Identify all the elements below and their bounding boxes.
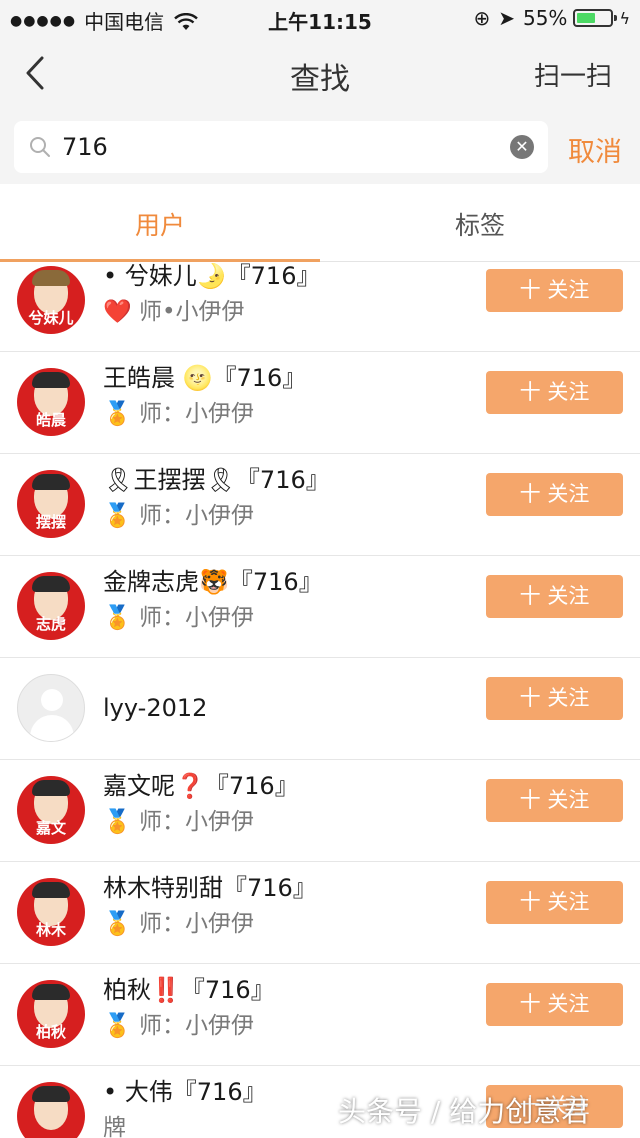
user-name: 王皓晨 🌝『716』 xyxy=(103,364,307,392)
avatar-hair xyxy=(32,576,70,592)
avatar-tag: 摆摆 xyxy=(35,513,66,531)
avatar-tag: 林木 xyxy=(35,921,66,939)
avatar[interactable]: 皓晨 xyxy=(17,368,85,436)
list-item[interactable]: 柏秋 柏秋‼️『716』 🏅 师：小伊伊 十 关注 xyxy=(0,964,640,1066)
user-mentor: 🏅 师：小伊伊 xyxy=(103,605,254,631)
rotation-lock-icon: ⊕ xyxy=(473,6,491,30)
follow-button[interactable]: 十 关注 xyxy=(486,677,623,720)
avatar[interactable]: 摆摆 xyxy=(17,470,85,538)
follow-button[interactable]: 十 关注 xyxy=(486,881,623,924)
tab-bar: 用户 标签 xyxy=(0,184,640,262)
battery-fill xyxy=(577,13,596,23)
user-mentor: 🏅 师：小伊伊 xyxy=(103,401,254,427)
avatar-tag: 柏秋 xyxy=(35,1023,66,1041)
list-item[interactable]: 摆摆 🎗王摆摆🎗『716』 🏅 师：小伊伊 十 关注 xyxy=(0,454,640,556)
user-name: 林木特别甜『716』 xyxy=(103,874,317,902)
default-avatar-head xyxy=(41,689,63,711)
active-tab-indicator xyxy=(0,259,320,262)
search-area: ✕ 取消 xyxy=(0,106,640,184)
avatar-hair xyxy=(32,270,70,286)
list-item[interactable]: 皓晨 王皓晨 🌝『716』 🏅 师：小伊伊 十 关注 xyxy=(0,352,640,454)
avatar-tag: 嘉文 xyxy=(35,819,66,837)
list-item[interactable]: 志虎 金牌志虎🐯『716』 🏅 师：小伊伊 十 关注 xyxy=(0,556,640,658)
list-item[interactable]: 兮妹儿 • 兮妹儿🌛『716』 ❤️ 师•小伊伊 十 关注 xyxy=(0,263,640,352)
avatar[interactable]: 林木 xyxy=(17,878,85,946)
cancel-button[interactable]: 取消 xyxy=(568,130,622,169)
user-name: 柏秋‼️『716』 xyxy=(103,976,275,1004)
avatar-hair xyxy=(32,882,70,898)
list-item[interactable]: lyy-2012 十 关注 xyxy=(0,658,640,760)
avatar-hair xyxy=(32,474,70,490)
status-bar: ●●●●● 中国电信 上午11:15 ⊕ ➤ 55% ϟ xyxy=(0,0,640,40)
user-list: 兮妹儿 • 兮妹儿🌛『716』 ❤️ 师•小伊伊 十 关注 皓晨 王皓晨 🌝『7… xyxy=(0,263,640,1138)
default-avatar-body xyxy=(30,715,74,741)
avatar-tag: 志虎 xyxy=(35,615,66,633)
avatar-hair xyxy=(32,984,70,1000)
user-mentor: 🏅 师：小伊伊 xyxy=(103,911,254,937)
follow-button[interactable]: 十 关注 xyxy=(486,779,623,822)
avatar[interactable] xyxy=(17,1082,85,1138)
navigation-bar: 查找 扫一扫 xyxy=(0,40,640,106)
user-name: 金牌志虎🐯『716』 xyxy=(103,568,323,596)
list-item[interactable]: 嘉文 嘉文呢❓『716』 🏅 师：小伊伊 十 关注 xyxy=(0,760,640,862)
tab-tags[interactable]: 标签 xyxy=(320,206,640,242)
user-mentor: 牌 xyxy=(103,1115,126,1138)
watermark: 头条号 / 给力创意君 xyxy=(338,1095,590,1128)
battery-percent: 55% xyxy=(522,6,568,30)
default-avatar[interactable] xyxy=(17,674,85,742)
avatar-hair xyxy=(32,780,70,796)
search-box[interactable]: ✕ xyxy=(14,121,548,173)
user-name: 嘉文呢❓『716』 xyxy=(103,772,299,800)
battery-icon xyxy=(573,9,618,27)
avatar-tag: 兮妹儿 xyxy=(28,309,74,327)
search-input[interactable] xyxy=(62,131,492,163)
location-arrow-icon: ➤ xyxy=(498,6,515,30)
follow-button[interactable]: 十 关注 xyxy=(486,269,623,312)
scan-button[interactable]: 扫一扫 xyxy=(534,56,612,93)
user-name: 🎗王摆摆🎗『716』 xyxy=(103,466,330,494)
battery-tip xyxy=(614,15,618,21)
user-mentor: ❤️ 师•小伊伊 xyxy=(103,299,245,325)
charging-bolt-icon: ϟ xyxy=(619,8,630,28)
status-right: ⊕ ➤ 55% ϟ xyxy=(465,6,630,30)
user-mentor: 🏅 师：小伊伊 xyxy=(103,503,254,529)
user-name: • 兮妹儿🌛『716』 xyxy=(103,263,321,290)
avatar[interactable]: 兮妹儿 xyxy=(17,266,85,334)
tab-users[interactable]: 用户 xyxy=(0,206,320,242)
avatar[interactable]: 嘉文 xyxy=(17,776,85,844)
user-mentor: 🏅 师：小伊伊 xyxy=(103,809,254,835)
follow-button[interactable]: 十 关注 xyxy=(486,371,623,414)
user-mentor: 🏅 师：小伊伊 xyxy=(103,1013,254,1039)
follow-button[interactable]: 十 关注 xyxy=(486,575,623,618)
avatar-hair xyxy=(32,372,70,388)
avatar-hair xyxy=(32,1086,70,1102)
user-name: • 大伟『716』 xyxy=(103,1078,267,1106)
avatar[interactable]: 柏秋 xyxy=(17,980,85,1048)
avatar[interactable]: 志虎 xyxy=(17,572,85,640)
avatar-tag: 皓晨 xyxy=(35,411,66,429)
list-item[interactable]: 林木 林木特别甜『716』 🏅 师：小伊伊 十 关注 xyxy=(0,862,640,964)
clear-search-button[interactable]: ✕ xyxy=(510,135,534,159)
user-name: lyy-2012 xyxy=(103,694,208,722)
follow-button[interactable]: 十 关注 xyxy=(486,473,623,516)
search-icon xyxy=(28,135,52,159)
follow-button[interactable]: 十 关注 xyxy=(486,983,623,1026)
